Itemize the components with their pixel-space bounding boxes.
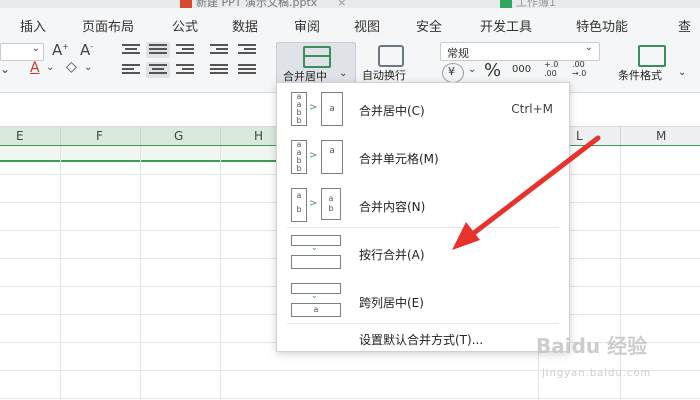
baidu-watermark: Baidu 经验 jingyan.baidu.com xyxy=(536,330,696,390)
red-pointer-arrow xyxy=(452,135,601,250)
watermark-url: jingyan.baidu.com xyxy=(542,368,652,379)
watermark-brand: Baidu 经验 xyxy=(536,334,648,358)
